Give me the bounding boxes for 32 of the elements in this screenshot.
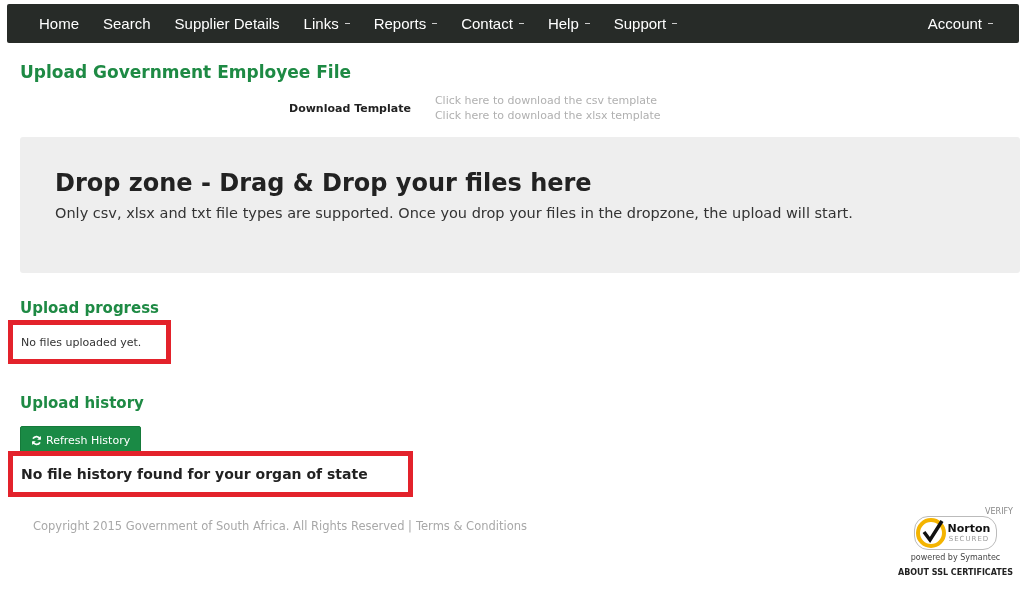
caret-icon xyxy=(672,23,678,24)
nav-link[interactable]: Links xyxy=(291,15,362,32)
section-heading: Upload history xyxy=(20,394,145,412)
download-template-label: Download Template xyxy=(289,101,411,115)
caret-icon xyxy=(344,23,350,24)
refresh-history-button[interactable]: Refresh History xyxy=(20,426,142,454)
caret-icon xyxy=(432,23,438,24)
drop-zone-text: Only csv, xlsx and txt file types are supported. Once you drop your files in the dropzone, the upload will start. xyxy=(55,205,854,221)
checkmark-icon xyxy=(915,518,946,548)
powered-by-text: powered by Symantec xyxy=(910,553,1001,562)
nav-link[interactable]: Supplier Details xyxy=(162,15,292,32)
nav-link[interactable]: Home xyxy=(27,15,91,32)
caret-icon xyxy=(584,23,590,24)
progress-message: No files uploaded yet. xyxy=(21,335,142,349)
nav-link[interactable]: Support xyxy=(601,15,690,32)
page-title: Upload Government Employee File xyxy=(20,62,353,82)
nav-link[interactable]: Search xyxy=(91,15,163,32)
nav-link[interactable]: Reports xyxy=(361,15,450,32)
drop-zone[interactable]: Drop zone - Drag & Drop your files here Only csv, xlsx and txt file types are supported. Once you drop your files in the dropzone, the upload will start. xyxy=(20,137,1020,273)
history-message: No file history found for your organ of state xyxy=(21,466,368,482)
section-heading: Upload progress xyxy=(20,299,161,317)
ssl-link[interactable]: ABOUT SSL CERTIFICATES xyxy=(898,568,1013,577)
seal-name: Norton xyxy=(947,523,991,535)
account-menu[interactable]: Account xyxy=(915,15,1005,32)
nav-link[interactable]: Help xyxy=(535,15,602,32)
refresh-icon xyxy=(31,434,42,446)
drop-zone-heading: Drop zone - Drag & Drop your files here xyxy=(55,169,593,197)
caret-icon xyxy=(988,23,993,24)
copyright-text: Copyright 2015 Government of South Africa. All Rights Reserved | xyxy=(33,519,412,533)
nav-link[interactable]: Contact xyxy=(449,15,536,32)
verify-label: VERIFY xyxy=(985,507,1013,516)
caret-icon xyxy=(518,23,524,24)
